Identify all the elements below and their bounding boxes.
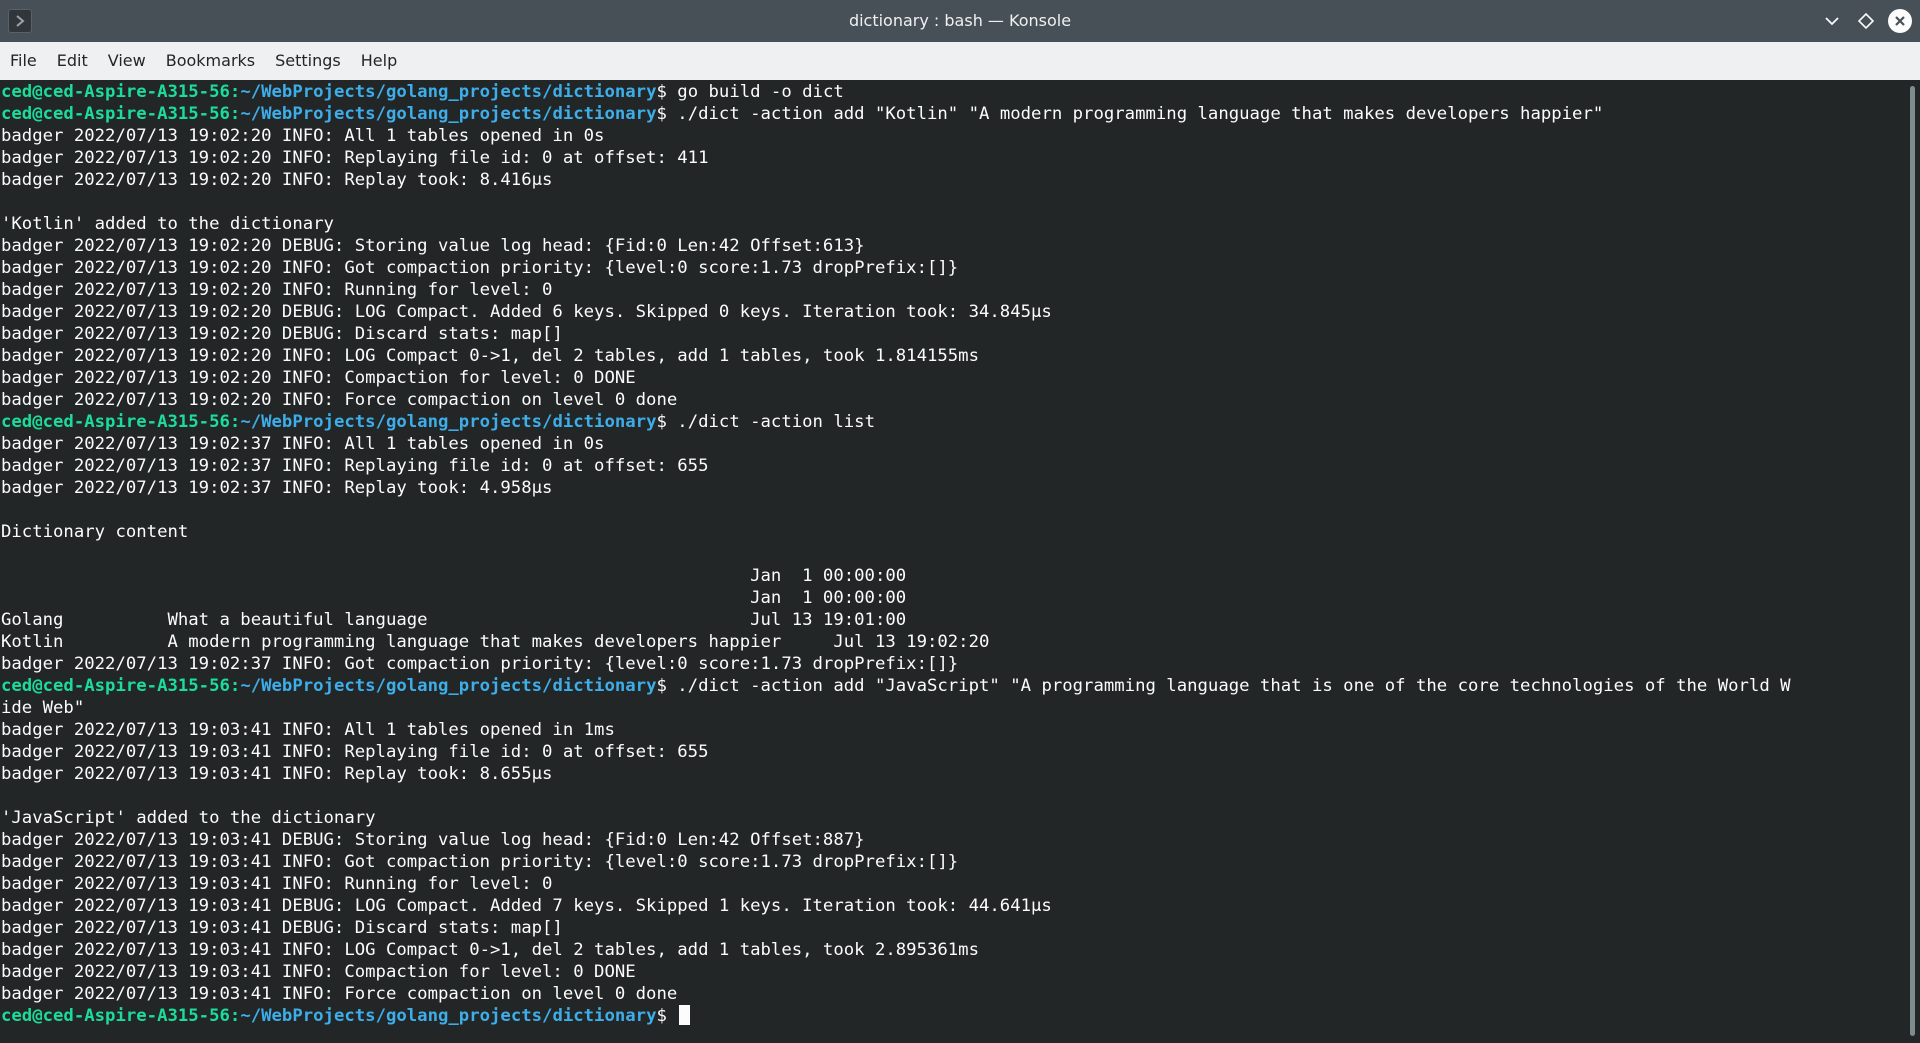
prompt-line: ced@ced-Aspire-A315-56:~/WebProjects/gol… [1,104,1604,124]
output-line: badger 2022/07/13 19:03:41 DEBUG: Storin… [1,830,865,850]
minimize-button[interactable] [1818,7,1846,35]
title-bar[interactable]: dictionary : bash — Konsole [0,0,1920,42]
output-line: badger 2022/07/13 19:02:20 INFO: Got com… [1,258,959,278]
command-text [667,1006,677,1026]
output-line: badger 2022/07/13 19:02:20 INFO: LOG Com… [1,346,979,366]
prompt-path: ~/WebProjects/golang_projects/dictionary [240,676,657,696]
menu-bookmarks[interactable]: Bookmarks [156,42,265,80]
output-line: badger 2022/07/13 19:02:37 INFO: All 1 t… [1,434,605,454]
close-button[interactable] [1886,7,1914,35]
close-icon [1895,16,1905,26]
prompt-user: ced@ced-Aspire-A315-56 [1,1006,230,1026]
output-line: badger 2022/07/13 19:03:41 DEBUG: LOG Co… [1,896,1052,916]
command-text: ./dict -action add "JavaScript" "A progr… [666,676,1791,696]
text-cursor [679,1005,691,1025]
output-line: badger 2022/07/13 19:02:20 INFO: Replay … [1,170,553,190]
output-line: badger 2022/07/13 19:02:20 INFO: Running… [1,280,553,300]
output-line: badger 2022/07/13 19:03:41 INFO: Replayi… [1,742,709,762]
output-line: badger 2022/07/13 19:03:41 INFO: LOG Com… [1,940,979,960]
output-line: Kotlin A modern programming language tha… [1,632,990,652]
output-line: badger 2022/07/13 19:02:37 INFO: Replay … [1,478,553,498]
output-line: badger 2022/07/13 19:03:41 INFO: Force c… [1,984,678,1004]
chevron-down-icon [1825,17,1839,26]
prompt-line: ced@ced-Aspire-A315-56:~/WebProjects/gol… [1,412,875,432]
output-line: badger 2022/07/13 19:02:20 INFO: All 1 t… [1,126,605,146]
menu-help[interactable]: Help [351,42,407,80]
prompt-user: ced@ced-Aspire-A315-56 [1,104,230,124]
output-line: Jan 1 00:00:00 [1,566,907,586]
scrollbar-thumb[interactable] [1910,86,1915,1036]
output-line: 'JavaScript' added to the dictionary [1,808,376,828]
output-line: badger 2022/07/13 19:02:20 INFO: Replayi… [1,148,709,168]
menu-file[interactable]: File [0,42,47,80]
output-line: badger 2022/07/13 19:02:20 DEBUG: Discar… [1,324,563,344]
prompt-path: ~/WebProjects/golang_projects/dictionary [240,82,657,102]
output-line: badger 2022/07/13 19:02:20 INFO: Compact… [1,368,636,388]
prompt-path: ~/WebProjects/golang_projects/dictionary [240,1006,657,1026]
prompt-user: ced@ced-Aspire-A315-56 [1,412,230,432]
prompt-line: ced@ced-Aspire-A315-56:~/WebProjects/gol… [1,82,844,102]
diamond-icon [1857,12,1875,30]
window-title: dictionary : bash — Konsole [848,11,1072,30]
output-line: badger 2022/07/13 19:02:37 INFO: Replayi… [1,456,709,476]
prompt-path: ~/WebProjects/golang_projects/dictionary [240,104,657,124]
output-line: badger 2022/07/13 19:02:20 INFO: Force c… [1,390,678,410]
output-line: Dictionary content [1,522,189,542]
command-text: ./dict -action list [666,412,875,432]
terminal-output: ced@ced-Aspire-A315-56:~/WebProjects/gol… [1,81,1791,1027]
menu-settings[interactable]: Settings [265,42,351,80]
menu-view[interactable]: View [98,42,156,80]
output-line: badger 2022/07/13 19:03:41 INFO: Running… [1,874,553,894]
prompt-user: ced@ced-Aspire-A315-56 [1,82,230,102]
output-line: badger 2022/07/13 19:03:41 INFO: All 1 t… [1,720,615,740]
output-line: badger 2022/07/13 19:03:41 DEBUG: Discar… [1,918,563,938]
vertical-scrollbar[interactable] [1906,80,1920,1043]
output-line: Golang What a beautiful language Jul 13 … [1,610,907,630]
maximize-button[interactable] [1852,7,1880,35]
output-line: ide Web" [1,698,85,718]
prompt-line: ced@ced-Aspire-A315-56:~/WebProjects/gol… [1,1005,1791,1027]
konsole-window: dictionary : bash — Konsole File Edit Vi… [0,0,1920,1043]
prompt-user: ced@ced-Aspire-A315-56 [1,676,230,696]
output-line: badger 2022/07/13 19:02:20 DEBUG: LOG Co… [1,302,1052,322]
output-line: badger 2022/07/13 19:03:41 INFO: Compact… [1,962,636,982]
prompt-path: ~/WebProjects/golang_projects/dictionary [240,412,657,432]
output-line: badger 2022/07/13 19:03:41 INFO: Got com… [1,852,959,872]
menu-edit[interactable]: Edit [47,42,98,80]
output-line: badger 2022/07/13 19:02:20 DEBUG: Storin… [1,236,865,256]
output-line: 'Kotlin' added to the dictionary [1,214,334,234]
command-text: ./dict -action add "Kotlin" "A modern pr… [666,104,1604,124]
output-line: Jan 1 00:00:00 [1,588,907,608]
output-line: badger 2022/07/13 19:02:37 INFO: Got com… [1,654,959,674]
prompt-line: ced@ced-Aspire-A315-56:~/WebProjects/gol… [1,676,1791,696]
menu-bar: File Edit View Bookmarks Settings Help [0,42,1920,80]
output-line: badger 2022/07/13 19:03:41 INFO: Replay … [1,764,553,784]
terminal-view[interactable]: ced@ced-Aspire-A315-56:~/WebProjects/gol… [0,80,1906,1043]
command-text: go build -o dict [666,82,844,102]
